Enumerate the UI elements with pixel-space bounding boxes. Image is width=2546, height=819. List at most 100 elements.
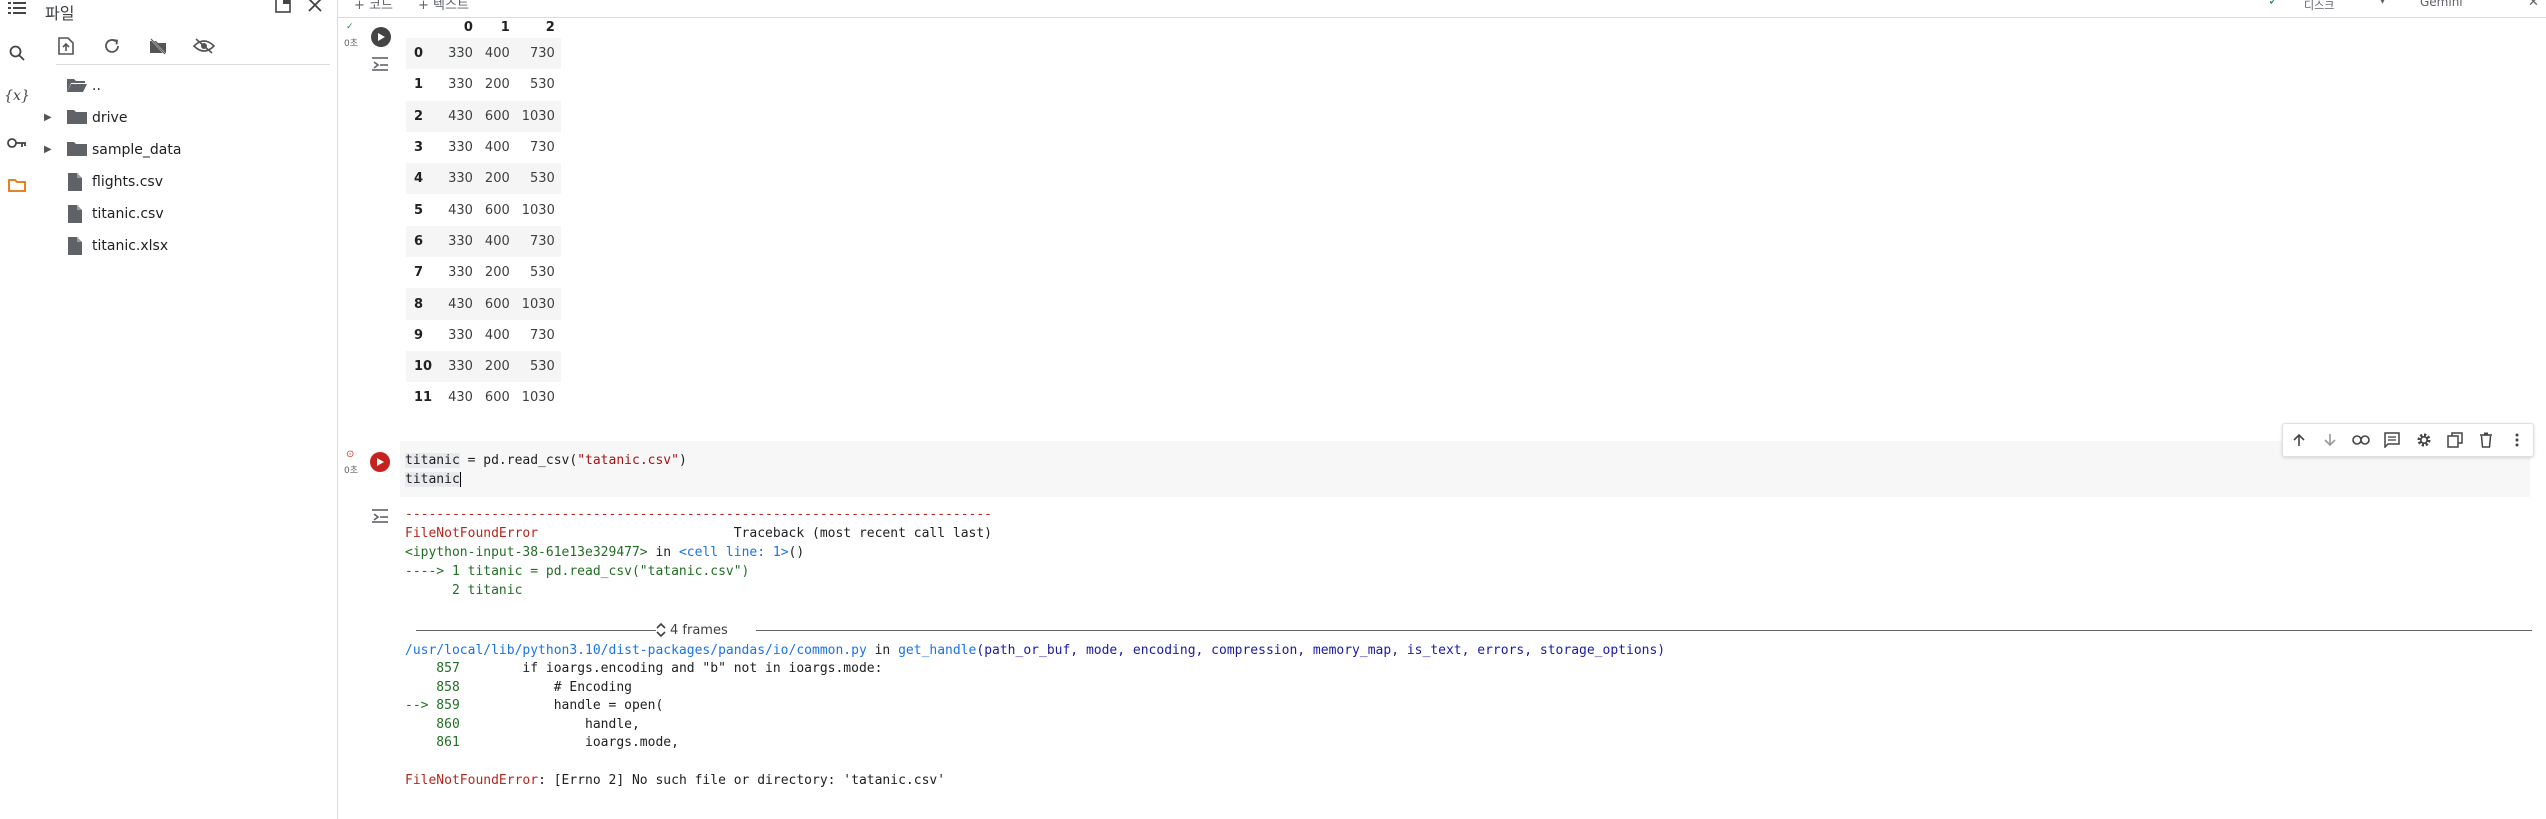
add-code-button[interactable]: + 코드 xyxy=(354,0,393,13)
row-index: 3 xyxy=(414,140,424,156)
input-ref: <ipython-input-38-61e13e329477> xyxy=(405,545,648,560)
cell-toolbar xyxy=(2282,423,2534,457)
expand-arrow-icon[interactable]: ▶ xyxy=(44,112,56,123)
file-icon xyxy=(68,205,88,223)
comment-icon[interactable] xyxy=(2382,430,2402,450)
code-line-1[interactable]: titanic = pd.read_csv("tatanic.csv") xyxy=(405,453,687,468)
row-index: 1 xyxy=(414,77,424,93)
table-row: 1 330 200 530 xyxy=(406,69,561,100)
search-icon[interactable] xyxy=(6,42,28,64)
run-cell-button[interactable] xyxy=(371,27,391,47)
move-up-icon[interactable] xyxy=(2289,430,2309,450)
column-header: 2 xyxy=(545,19,555,35)
row-index: 0 xyxy=(414,46,424,62)
expand-arrow-icon[interactable]: ▶ xyxy=(44,144,56,155)
traceback-arrow-line: ----> 1 titanic = pd.read_csv("tatanic.c… xyxy=(405,564,750,579)
runtime-dropdown-icon[interactable]: ▾ xyxy=(2380,0,2385,7)
refresh-icon[interactable] xyxy=(100,34,124,58)
file-path-link[interactable]: /usr/local/lib/python3.10/dist-packages/… xyxy=(405,643,867,658)
source-line-number: 861 xyxy=(428,735,460,750)
table-cell: 200 xyxy=(484,265,510,281)
function-name-link[interactable]: get_handle xyxy=(898,643,976,658)
tree-item-titanic-csv[interactable]: titanic.csv xyxy=(32,198,337,230)
variables-icon[interactable]: {x} xyxy=(4,85,30,107)
source-line-number: 859 xyxy=(428,698,460,713)
source-arrow xyxy=(405,680,428,695)
table-cell: 600 xyxy=(484,296,510,312)
run-cell-button[interactable] xyxy=(370,452,390,472)
table-cell: 330 xyxy=(448,77,473,93)
table-cell: 330 xyxy=(448,359,473,375)
traceback-file-line: /usr/local/lib/python3.10/dist-packages/… xyxy=(405,643,1666,658)
source-line-number: 860 xyxy=(428,716,460,732)
toc-icon[interactable] xyxy=(6,0,28,19)
link-icon[interactable] xyxy=(2351,430,2371,450)
delete-trash-icon[interactable] xyxy=(2476,430,2496,450)
mirror-cell-icon[interactable] xyxy=(2445,430,2465,450)
traceback-input-line: <ipython-input-38-61e13e329477> in <cell… xyxy=(405,545,804,560)
table-row: 0 330 400 730 xyxy=(406,38,561,70)
frames-divider-right xyxy=(756,630,2532,631)
notebook-area: + 코드 + 텍스트 ✓ 디스크 ▾ Gemini ✕ ✓ 0초 xyxy=(338,0,2546,819)
output-toggle-icon[interactable] xyxy=(370,56,392,74)
table-cell: 530 xyxy=(530,265,555,281)
folder-icon xyxy=(66,109,87,127)
gemini-button[interactable]: Gemini xyxy=(2420,0,2463,9)
row-index: 5 xyxy=(414,202,424,218)
folder-open-icon xyxy=(66,77,87,95)
cell-exec-time: 0초 xyxy=(344,466,359,476)
source-arrow xyxy=(405,717,428,732)
traceback-dashes: ----------------------------------------… xyxy=(405,507,992,522)
table-cell: 330 xyxy=(448,171,473,187)
table-body: 0 330 400 730 1 330 200 530 2 430 600 1030 3 330 400 73… xyxy=(406,38,561,414)
table-row: 4 330 200 530 xyxy=(406,163,561,195)
error-name: FileNotFoundError xyxy=(405,773,539,788)
table-cell: 200 xyxy=(484,359,510,375)
table-row: 2 430 600 1030 xyxy=(406,100,561,132)
unmount-drive-icon[interactable] xyxy=(146,34,170,58)
open-in-tab-icon[interactable] xyxy=(274,0,296,18)
tree-item-sample-data[interactable]: ▶ sample_data xyxy=(32,134,337,166)
key-icon[interactable] xyxy=(6,132,28,154)
traceback-header: Traceback (most recent call last) xyxy=(538,526,993,541)
play-icon xyxy=(377,458,384,466)
file-icon xyxy=(68,173,88,191)
tree-item-titanic-xlsx[interactable]: titanic.xlsx xyxy=(32,230,337,262)
output-toggle-icon[interactable] xyxy=(370,508,392,526)
cell-success-check-icon: ✓ xyxy=(346,22,354,32)
tree-item-drive[interactable]: ▶ drive xyxy=(32,102,337,134)
hide-hidden-files-icon[interactable] xyxy=(192,34,216,58)
final-error-line: FileNotFoundError: [Errno 2] No such fil… xyxy=(405,773,945,788)
tree-item-label: .. xyxy=(92,78,101,94)
table-cell: 730 xyxy=(530,140,555,156)
table-cell: 330 xyxy=(448,233,473,249)
frames-toggle[interactable]: 4 frames xyxy=(656,622,728,638)
file-panel: 파일 .. ▶ drive ▶ sample_data flights.csv … xyxy=(32,0,338,819)
settings-gear-icon[interactable] xyxy=(2414,430,2434,450)
cell-line-link[interactable]: <cell line: 1> xyxy=(679,545,789,560)
close-panel-icon[interactable] xyxy=(306,0,328,18)
tree-item-parent[interactable]: .. xyxy=(32,70,337,102)
left-rail: {x} xyxy=(0,0,32,819)
table-cell: 200 xyxy=(484,77,510,93)
top-toolbar: + 코드 + 텍스트 ✓ 디스크 ▾ Gemini ✕ xyxy=(338,0,2546,18)
upload-file-icon[interactable] xyxy=(54,34,78,58)
tree-item-label: flights.csv xyxy=(92,174,163,190)
tree-item-flights-csv[interactable]: flights.csv xyxy=(32,166,337,198)
table-header-row: 0 1 2 xyxy=(406,16,561,38)
add-text-button[interactable]: + 텍스트 xyxy=(418,0,469,13)
file-toolbar xyxy=(54,34,216,58)
tree-item-label: titanic.csv xyxy=(92,206,164,222)
source-line-number: 858 xyxy=(428,679,460,695)
row-index: 2 xyxy=(414,108,424,124)
text-cursor xyxy=(459,472,461,487)
code-line-2[interactable]: titanic xyxy=(405,472,461,487)
in-text: in xyxy=(647,545,679,560)
code-cell-editor[interactable] xyxy=(400,441,2530,497)
move-down-icon[interactable] xyxy=(2320,430,2340,450)
close-icon[interactable]: ✕ xyxy=(2528,0,2539,10)
folder-icon[interactable] xyxy=(6,174,28,196)
row-index: 9 xyxy=(414,327,424,343)
play-icon xyxy=(378,33,385,41)
more-options-icon[interactable] xyxy=(2507,430,2527,450)
